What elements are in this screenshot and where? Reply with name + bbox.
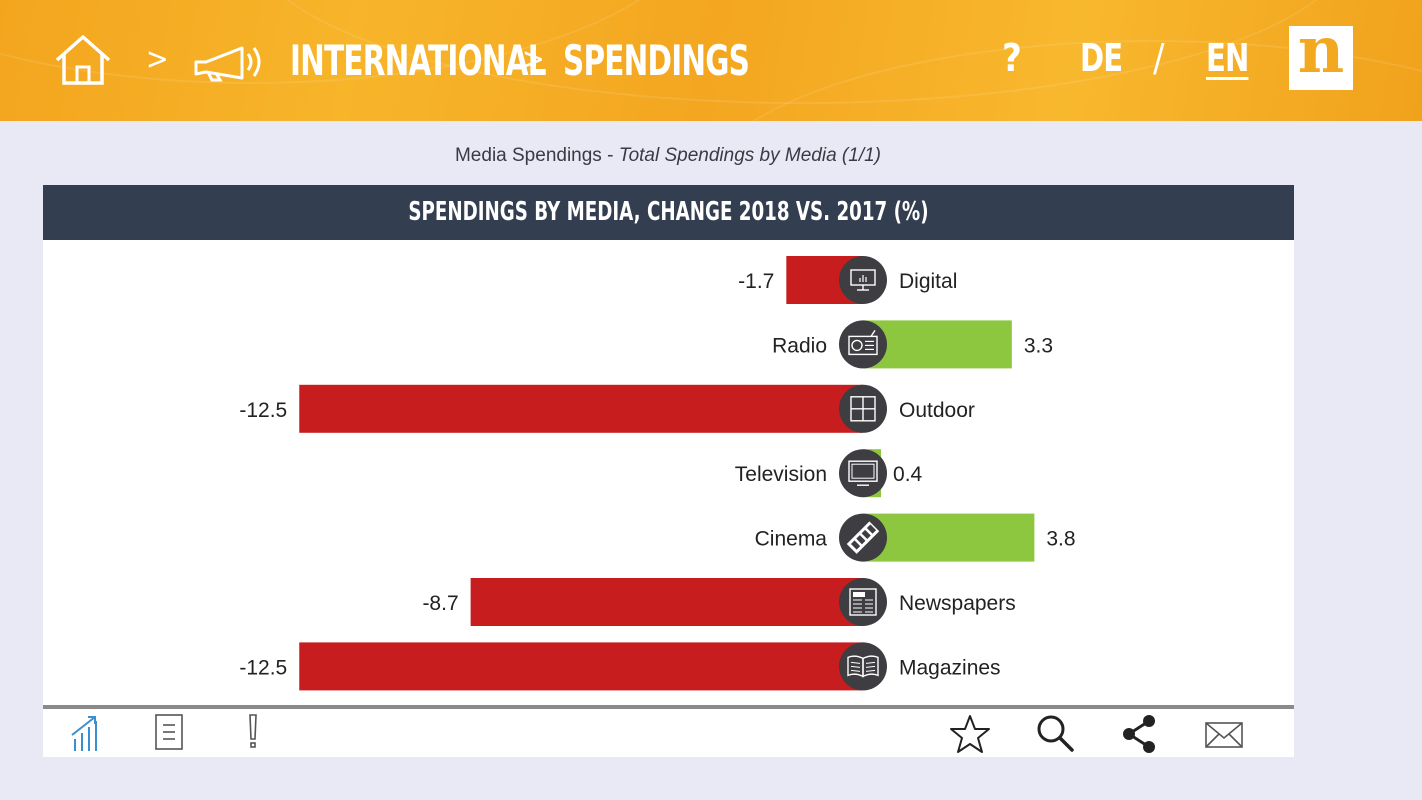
breadcrumb-separator: > xyxy=(522,42,545,77)
chart-card: SPENDINGS BY MEDIA, CHANGE 2018 VS. 2017… xyxy=(43,185,1294,757)
top-header: > INTERNATIONAL > SPENDINGS ? DE / EN n xyxy=(0,0,1422,121)
home-icon[interactable] xyxy=(54,34,112,86)
language-separator: / xyxy=(1153,36,1164,80)
billboard-icon xyxy=(839,384,887,433)
category-label: Radio xyxy=(772,334,827,357)
bar-newspapers xyxy=(470,578,863,626)
help-button[interactable]: ? xyxy=(1002,36,1022,80)
chart-title-bar: SPENDINGS BY MEDIA, CHANGE 2018 VS. 2017… xyxy=(43,185,1294,240)
category-label: Magazines xyxy=(899,656,1001,679)
subtitle-italic: Total Spendings by Media (1/1) xyxy=(618,145,881,166)
chart-title: SPENDINGS BY MEDIA, CHANGE 2018 VS. 2017… xyxy=(408,197,929,227)
bar-cinema xyxy=(863,513,1035,562)
television-icon xyxy=(839,449,887,498)
exclamation-icon[interactable] xyxy=(243,713,263,753)
category-label: Cinema xyxy=(755,528,828,551)
subtitle-main: Media Spendings - xyxy=(454,145,619,166)
spendings-bar-chart: Digital -1.7 Radio 3.3 Outdoor -12.5 Televisio… xyxy=(239,256,1076,691)
document-icon[interactable] xyxy=(153,713,185,753)
value-label: -12.5 xyxy=(239,656,287,679)
breadcrumb-separator: > xyxy=(146,42,169,77)
language-de-button[interactable]: DE xyxy=(1080,36,1123,80)
brand-logo[interactable]: n xyxy=(1289,19,1353,90)
search-icon[interactable] xyxy=(1035,713,1075,755)
value-label: 0.4 xyxy=(893,463,923,486)
newspaper-icon xyxy=(839,578,887,626)
monitor-icon xyxy=(839,256,887,304)
category-label: Digital xyxy=(899,270,957,293)
value-label: -1.7 xyxy=(738,270,774,293)
magazine-icon xyxy=(839,642,887,691)
star-icon[interactable] xyxy=(948,713,992,755)
category-label: Television xyxy=(735,463,827,486)
breadcrumb-international[interactable]: INTERNATIONAL xyxy=(290,36,547,85)
language-en-button[interactable]: EN xyxy=(1206,36,1249,80)
category-label: Newspapers xyxy=(899,592,1016,615)
value-label: -8.7 xyxy=(422,592,458,615)
megaphone-icon[interactable] xyxy=(192,38,268,82)
footer-divider xyxy=(43,705,1294,709)
value-label: 3.8 xyxy=(1046,528,1075,551)
film-icon xyxy=(839,513,887,562)
breadcrumb-spendings: SPENDINGS xyxy=(563,36,750,85)
page-subtitle: Media Spendings - Total Spendings by Med… xyxy=(0,145,1336,167)
chart-icon[interactable] xyxy=(69,713,101,753)
value-label: 3.3 xyxy=(1024,334,1053,357)
bar-outdoor xyxy=(299,384,863,433)
category-label: Outdoor xyxy=(899,399,975,422)
radio-icon xyxy=(839,320,887,369)
share-icon[interactable] xyxy=(1119,713,1159,755)
value-label: -12.5 xyxy=(239,399,287,422)
logo-letter: n xyxy=(1297,13,1345,88)
bar-magazines xyxy=(299,642,863,691)
mail-icon[interactable] xyxy=(1203,713,1245,755)
